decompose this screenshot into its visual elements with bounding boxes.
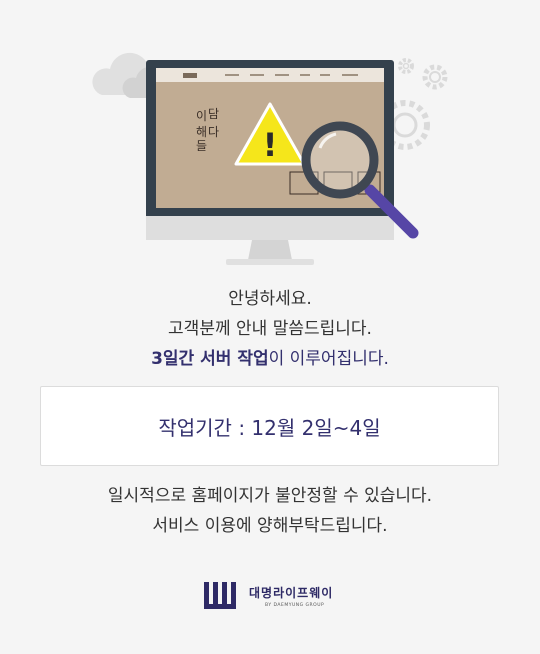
work-period-box: 작업기간 : 12월 2일~4일	[40, 386, 499, 466]
logo-mark-icon	[204, 582, 236, 609]
screen-title-char-3: 해	[196, 125, 207, 139]
work-period-label: 작업기간 : 12월 2일~4일	[158, 415, 381, 440]
logo-subtitle: BY DAEMYUNG GROUP	[265, 603, 325, 608]
notice-line-unstable: 일시적으로 홈페이지가 불안정할 수 있습니다.	[107, 486, 433, 506]
notice-line-apology: 서비스 이용에 양해부탁드립니다.	[152, 516, 388, 536]
logo-name: 대명라이프웨이	[249, 586, 334, 600]
message-work-rest: 이 이루어집니다.	[268, 349, 389, 369]
monitor-icon: 이 담 해 다 들 !	[92, 52, 448, 265]
notice-message: 일시적으로 홈페이지가 불안정할 수 있습니다. 서비스 이용에 양해부탁드립니…	[0, 481, 540, 541]
message-line-greeting: 안녕하세요.	[228, 289, 312, 309]
company-logo: 대명라이프웨이 BY DAEMYUNG GROUP	[203, 580, 343, 614]
screen-title-char-4: 다	[208, 125, 219, 139]
screen-title-char-5: 들	[196, 139, 207, 153]
message-work-highlight: 3일간 서버 작업	[151, 349, 269, 369]
warning-symbol: !	[263, 126, 278, 164]
maintenance-message: 안녕하세요. 고객분께 안내 말씀드립니다. 3일간 서버 작업이 이루어집니다…	[0, 284, 540, 374]
maintenance-illustration: 이 담 해 다 들 !	[80, 40, 460, 272]
screen-title-char-1: 이	[196, 109, 207, 123]
message-line-intro: 고객분께 안내 말씀드립니다.	[168, 319, 372, 339]
message-line-work: 3일간 서버 작업이 이루어집니다.	[0, 344, 540, 374]
screen-title-char-2: 담	[208, 107, 219, 121]
